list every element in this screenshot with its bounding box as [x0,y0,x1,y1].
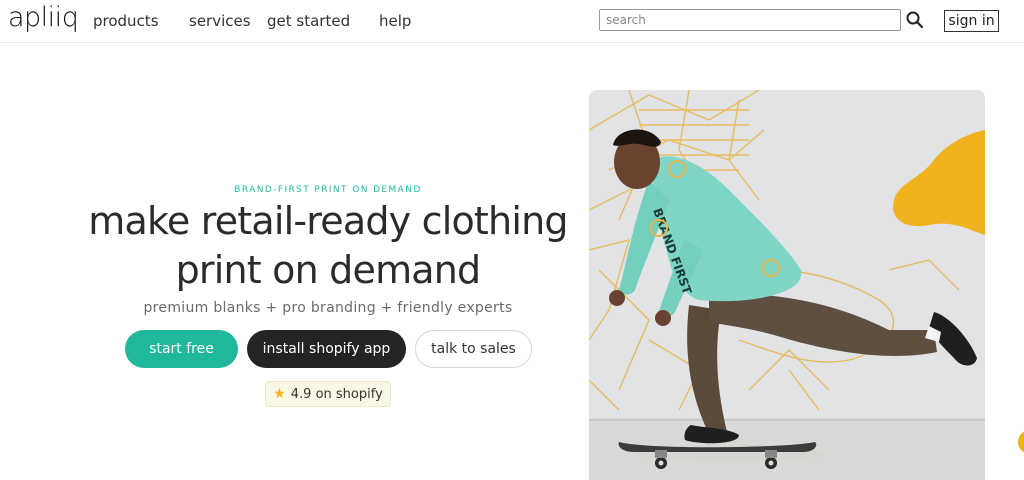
skateboarder-photo: BRAND FIRST [589,90,985,480]
sign-in-button[interactable]: sign in [944,10,999,32]
hero-headline: make retail-ready clothing print on dema… [80,197,576,295]
chat-widget-tab[interactable] [1018,430,1024,454]
rating-text: 4.9 on shopify [290,387,383,402]
shopify-rating-badge[interactable]: ★ 4.9 on shopify [265,381,391,407]
headline-line-2: print on demand [175,248,482,292]
apliiq-logo[interactable]: apliiq [8,2,79,33]
search-input[interactable] [599,9,901,31]
talk-to-sales-button[interactable]: talk to sales [415,330,532,368]
start-free-button[interactable]: start free [125,330,238,368]
nav-help[interactable]: help [379,12,411,30]
nav-products[interactable]: products [93,12,159,30]
search-icon [906,11,924,29]
search-button[interactable] [905,10,925,30]
hero-image: BRAND FIRST [589,90,985,480]
hero-subhead: premium blanks + pro branding + friendly… [143,300,513,316]
hero-eyebrow: BRAND-FIRST PRINT ON DEMAND [234,185,422,195]
install-shopify-app-button[interactable]: install shopify app [247,330,406,368]
top-nav-bar: apliiq products services get started hel… [0,0,1024,43]
star-icon: ★ [273,386,286,402]
nav-get-started[interactable]: get started [267,12,350,30]
headline-line-1: make retail-ready clothing [88,199,568,243]
nav-services[interactable]: services [189,12,251,30]
